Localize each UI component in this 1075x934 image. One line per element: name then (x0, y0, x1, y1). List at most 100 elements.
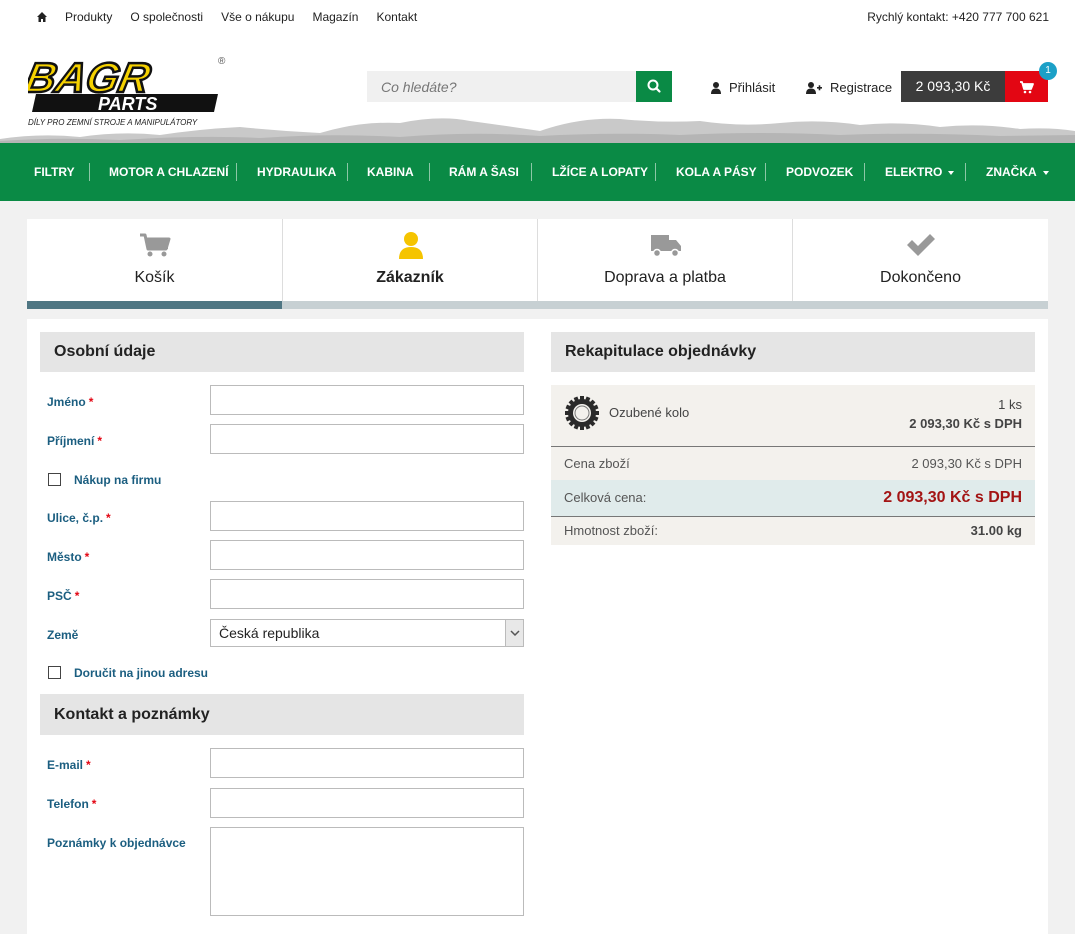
nav-divider (864, 163, 865, 181)
login-label: Přihlásit (729, 80, 776, 95)
nav-divider (429, 163, 430, 181)
steps-progress-fill (27, 301, 283, 309)
other-address-checkbox[interactable] (48, 666, 61, 679)
top-links: Produkty O společnosti Vše o nákupu Maga… (65, 10, 417, 24)
step-dokonceno[interactable]: Dokončeno (792, 219, 1048, 301)
top-link-vse-o-nakupu[interactable]: Vše o nákupu (221, 10, 294, 24)
nav-item-znacka-label: ZNAČKA (986, 165, 1037, 179)
checkout-form-panel: Osobní údaje Jméno * Příjmení * Nákup na f… (27, 319, 1048, 934)
caret-down-icon (1042, 170, 1049, 175)
product-price: 2 093,30 Kč s DPH (909, 416, 1022, 431)
section-heading-contact: Kontakt a poznámky (40, 694, 524, 735)
city-input[interactable] (210, 540, 524, 570)
nav-item-hydraulika[interactable]: HYDRAULIKA (257, 143, 336, 201)
street-label-text: Ulice, č.p. (47, 511, 104, 525)
cart-count-badge: 1 (1039, 62, 1057, 80)
select-arrow (505, 620, 523, 646)
quick-contact: Rychlý kontakt: +420 777 700 621 (867, 10, 1049, 24)
company-purchase-checkbox[interactable] (48, 473, 61, 486)
gear-icon (565, 396, 599, 430)
nav-divider (531, 163, 532, 181)
search-icon (647, 79, 661, 93)
cart-total[interactable]: 2 093,30 Kč (901, 71, 1005, 102)
phone-label: Telefon * (47, 797, 96, 811)
phone-label-text: Telefon (47, 797, 89, 811)
other-address-label[interactable]: Doručit na jinou adresu (74, 666, 208, 680)
first-name-label: Jméno * (47, 395, 93, 409)
nav-item-motor-a-chlazeni[interactable]: MOTOR A CHLAZENÍ (109, 143, 229, 201)
nav-divider (765, 163, 766, 181)
truck-icon (651, 235, 681, 258)
checkout-steps: Košík Zákazník Doprava a platba Dokončen… (27, 219, 1048, 309)
header: BAGR ® PARTS DÍLY PRO ZEMNÍ STROJE A MAN… (0, 36, 1075, 143)
top-link-o-spolecnosti[interactable]: O společnosti (130, 10, 203, 24)
required-mark: * (97, 434, 103, 448)
login-link[interactable]: Přihlásit (711, 80, 775, 95)
nav-item-ram-a-sasi[interactable]: RÁM A ŠASI (449, 143, 519, 201)
required-mark: * (74, 589, 80, 603)
nav-item-podvozek[interactable]: PODVOZEK (786, 143, 853, 201)
section-heading-summary: Rekapitulace objednávky (551, 332, 1035, 372)
home-icon[interactable] (36, 11, 48, 23)
step-label: Košík (134, 269, 175, 286)
email-label-text: E-mail (47, 758, 84, 772)
zip-label-text: PSČ (47, 589, 72, 603)
nav-item-elektro[interactable]: ELEKTRO (885, 143, 955, 201)
street-input[interactable] (210, 501, 524, 531)
last-name-input[interactable] (210, 424, 524, 454)
search-bar (367, 71, 672, 102)
nav-item-kola-a-pasy[interactable]: KOLA A PÁSY (676, 143, 757, 201)
nav-item-lzice-a-lopaty[interactable]: LŽÍCE A LOPATY (552, 143, 648, 201)
required-mark: * (91, 797, 97, 811)
nav-item-kabina[interactable]: KABINA (367, 143, 414, 201)
email-label: E-mail * (47, 758, 91, 772)
phone-input[interactable] (210, 788, 524, 818)
search-input[interactable] (367, 71, 636, 102)
country-select[interactable]: Česká republika (210, 619, 524, 647)
total-price-value: 2 093,30 Kč s DPH (883, 489, 1022, 506)
first-name-label-text: Jméno (47, 395, 86, 409)
summary-weight-row: Hmotnost zboží: 31.00 kg (551, 517, 1035, 545)
street-label: Ulice, č.p. * (47, 511, 111, 525)
country-select-value: Česká republika (219, 625, 320, 641)
svg-text:PARTS: PARTS (98, 94, 157, 114)
notes-label: Poznámky k objednávce (47, 836, 186, 850)
top-link-magazin[interactable]: Magazín (312, 10, 358, 24)
top-link-kontakt[interactable]: Kontakt (376, 10, 417, 24)
main-nav: FILTRY MOTOR A CHLAZENÍ HYDRAULIKA KABIN… (0, 143, 1075, 201)
required-mark: * (84, 550, 90, 564)
check-icon (907, 234, 935, 256)
nav-divider (347, 163, 348, 181)
cart-icon (140, 233, 171, 257)
company-purchase-label[interactable]: Nákup na firmu (74, 473, 161, 487)
nav-item-filtry[interactable]: FILTRY (34, 143, 75, 201)
step-doprava-a-platba[interactable]: Doprava a platba (537, 219, 792, 301)
register-link[interactable]: Registrace (806, 80, 892, 95)
svg-text:DÍLY PRO ZEMNÍ STROJE A MANIPU: DÍLY PRO ZEMNÍ STROJE A MANIPULÁTORY (28, 118, 198, 127)
step-label: Zákazník (376, 269, 444, 286)
zip-input[interactable] (210, 579, 524, 609)
summary-goods-price-row: Cena zboží 2 093,30 Kč s DPH (551, 447, 1035, 480)
nav-divider (236, 163, 237, 181)
user-plus-icon (806, 81, 822, 94)
email-input[interactable] (210, 748, 524, 778)
city-label: Město * (47, 550, 89, 564)
user-icon (711, 81, 721, 94)
step-zakaznik[interactable]: Zákazník (282, 219, 537, 301)
caret-down-icon (948, 170, 955, 175)
svg-text:®: ® (218, 56, 226, 67)
bagr-parts-logo[interactable]: BAGR ® PARTS DÍLY PRO ZEMNÍ STROJE A MAN… (28, 50, 238, 128)
top-link-produkty[interactable]: Produkty (65, 10, 112, 24)
top-bar: Produkty O společnosti Vše o nákupu Maga… (0, 0, 1075, 36)
search-button[interactable] (636, 71, 672, 102)
summary-total-row: Celková cena: 2 093,30 Kč s DPH (551, 480, 1035, 516)
summary-product-row: Ozubené kolo 1 ks 2 093,30 Kč s DPH (551, 385, 1035, 446)
product-name[interactable]: Ozubené kolo (609, 405, 689, 420)
last-name-label-text: Příjmení (47, 434, 95, 448)
nav-item-znacka[interactable]: ZNAČKA (986, 143, 1049, 201)
notes-textarea[interactable] (210, 827, 524, 916)
first-name-input[interactable] (210, 385, 524, 415)
zip-label: PSČ * (47, 589, 79, 603)
step-kosik[interactable]: Košík (27, 219, 282, 301)
register-label: Registrace (830, 80, 893, 95)
